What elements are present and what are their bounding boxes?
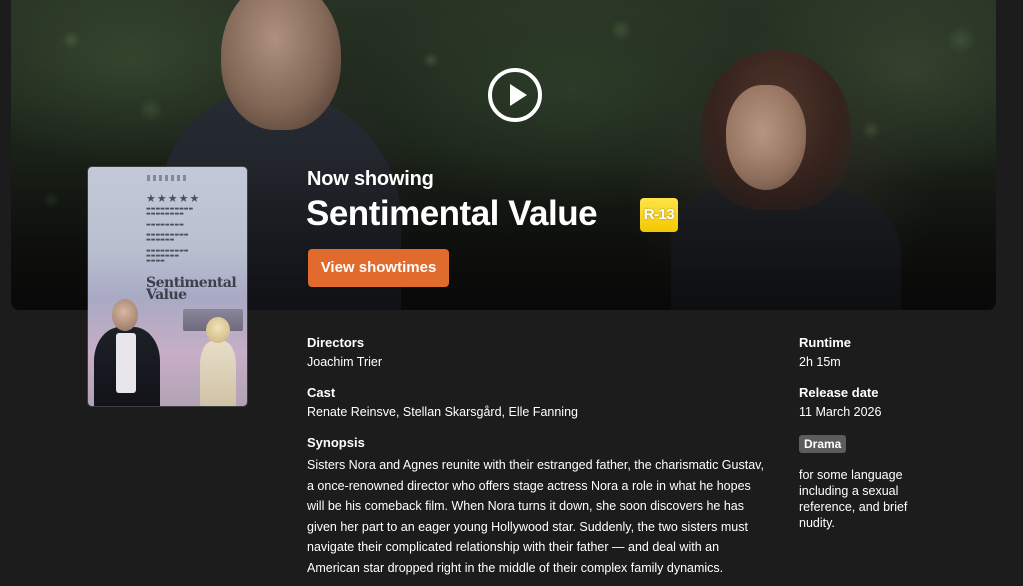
poster-title: Sentimental Value [146, 275, 237, 303]
movie-title: Sentimental Value [306, 194, 598, 233]
directors-value: Joachim Trier [307, 355, 383, 369]
view-showtimes-button[interactable]: View showtimes [308, 249, 449, 287]
poster-stars: ★★★★★ [146, 192, 201, 205]
release-date-value: 11 March 2026 [799, 405, 882, 419]
movie-poster: ★★★★★ ▬▬▬▬▬▬▬▬▬▬ ▬▬▬▬▬▬▬▬ ▬▬▬▬▬▬▬▬ ▬▬▬▬▬▬… [88, 167, 247, 406]
poster-quote-lines: ▬▬▬▬▬▬▬▬ [146, 222, 184, 228]
rating-badge: R-13 [640, 198, 678, 232]
poster-figure-woman [196, 317, 246, 406]
cast-label: Cast [307, 385, 336, 400]
play-trailer-button[interactable] [488, 68, 542, 122]
cast-value: Renate Reinsve, Stellan Skarsgård, Elle … [307, 405, 578, 419]
play-icon [510, 84, 527, 106]
rating-reason: for some language including a sexual ref… [799, 468, 908, 530]
synopsis-label: Synopsis [307, 435, 365, 450]
genre-tag: Drama [799, 435, 847, 453]
synopsis-text: Sisters Nora and Agnes reunite with thei… [307, 458, 764, 575]
poster-quote-lines: ▬▬▬▬▬▬▬▬▬ ▬▬▬▬▬▬▬ ▬▬▬▬ [146, 248, 189, 264]
movie-detail-page: ★★★★★ ▬▬▬▬▬▬▬▬▬▬ ▬▬▬▬▬▬▬▬ ▬▬▬▬▬▬▬▬ ▬▬▬▬▬▬… [0, 0, 1023, 586]
poster-laurel-icon [147, 175, 187, 181]
now-showing-label: Now showing [307, 168, 434, 190]
directors-label: Directors [307, 335, 365, 350]
release-date-label: Release date [799, 385, 879, 400]
poster-quote-lines: ▬▬▬▬▬▬▬▬▬▬ ▬▬▬▬▬▬▬▬ [146, 206, 194, 217]
poster-figure-man [94, 299, 164, 406]
runtime-value: 2h 15m [799, 355, 841, 369]
poster-quote-lines: ▬▬▬▬▬▬▬▬▬ ▬▬▬▬▬▬ [146, 232, 189, 243]
runtime-label: Runtime [799, 335, 851, 350]
